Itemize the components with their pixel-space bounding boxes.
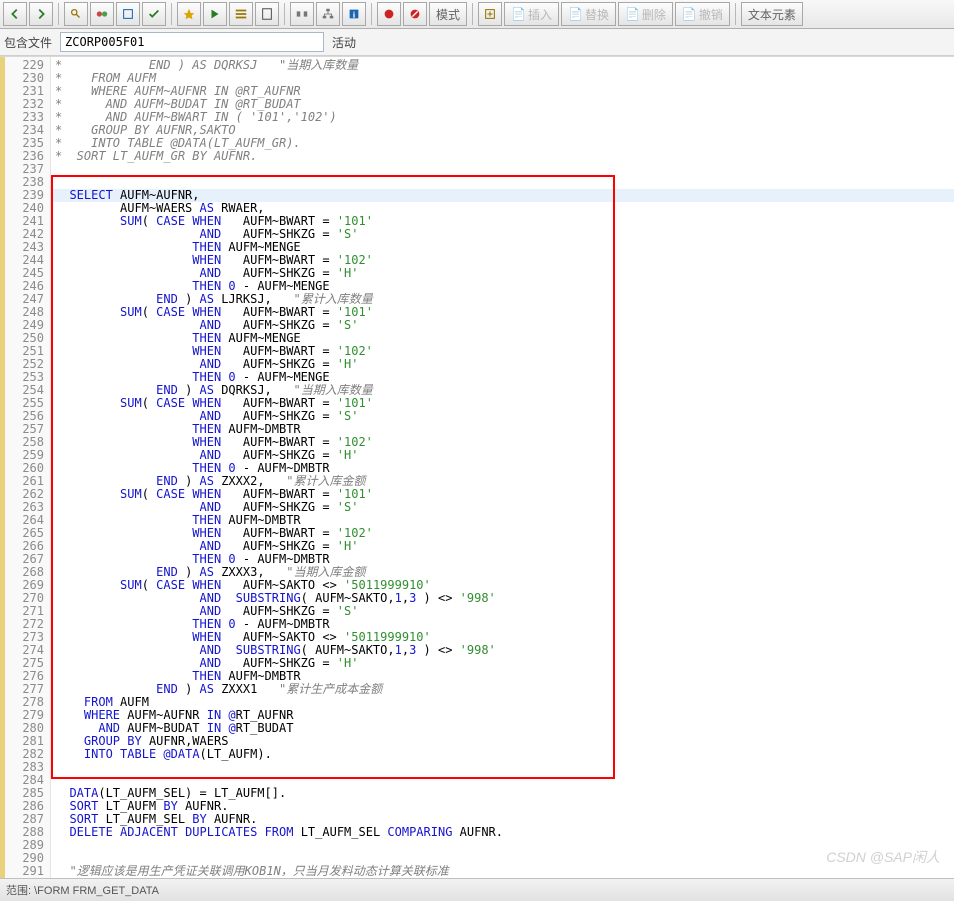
include-label: 包含文件 (4, 34, 52, 51)
delete-button[interactable]: 📄删除 (618, 2, 673, 26)
code-text: * END ) AS DQRKSJ "当期入库数量 * FROM AUFM * … (55, 59, 954, 878)
toolbar-separator (371, 3, 372, 25)
execute-button[interactable] (203, 2, 227, 26)
toolbar-separator (472, 3, 473, 25)
undo-icon: 📄 (682, 7, 697, 21)
delete-icon: 📄 (625, 7, 640, 21)
nav-back-button[interactable] (3, 2, 27, 26)
help-button[interactable]: i (342, 2, 366, 26)
toolbar: i 模式 📄插入 📄替换 📄删除 📄撤销 文本元素 (0, 0, 954, 29)
include-name-input[interactable] (60, 32, 324, 52)
pretty-printer-button[interactable] (290, 2, 314, 26)
file-bar: 包含文件 活动 (0, 29, 954, 56)
status-label: 活动 (332, 34, 356, 51)
text-elements-button[interactable]: 文本元素 (741, 2, 803, 26)
replace-button[interactable]: 📄替换 (561, 2, 616, 26)
toolbar-separator (284, 3, 285, 25)
breakpoint-session-button[interactable] (403, 2, 427, 26)
nav-forward-button[interactable] (29, 2, 53, 26)
toolbar-separator (171, 3, 172, 25)
display-list-button[interactable] (255, 2, 279, 26)
line-number-gutter: 2292302312322332342352362372382392402412… (5, 57, 51, 878)
where-used-button[interactable] (229, 2, 253, 26)
code-area[interactable]: * END ) AS DQRKSJ "当期入库数量 * FROM AUFM * … (51, 57, 954, 878)
check-button[interactable] (142, 2, 166, 26)
hierarchy-button[interactable] (316, 2, 340, 26)
other-object-button[interactable] (90, 2, 114, 26)
toolbar-separator (58, 3, 59, 25)
status-text: 范围: \FORM FRM_GET_DATA (6, 882, 159, 898)
undo-button[interactable]: 📄撤销 (675, 2, 730, 26)
pattern-button[interactable]: 模式 (429, 2, 467, 26)
watermark: CSDN @SAP闲人 (826, 847, 940, 867)
insert-icon: 📄 (511, 7, 526, 21)
breakpoint-set-button[interactable] (377, 2, 401, 26)
enhance-button[interactable] (116, 2, 140, 26)
code-editor[interactable]: 2292302312322332342352362372382392402412… (0, 56, 954, 878)
insert-button[interactable]: 📄插入 (504, 2, 559, 26)
toolbar-separator (735, 3, 736, 25)
replace-icon: 📄 (568, 7, 583, 21)
pattern-insert-icon[interactable] (478, 2, 502, 26)
activate-button[interactable] (177, 2, 201, 26)
status-bar: 范围: \FORM FRM_GET_DATA (0, 878, 954, 901)
display-object-button[interactable] (64, 2, 88, 26)
